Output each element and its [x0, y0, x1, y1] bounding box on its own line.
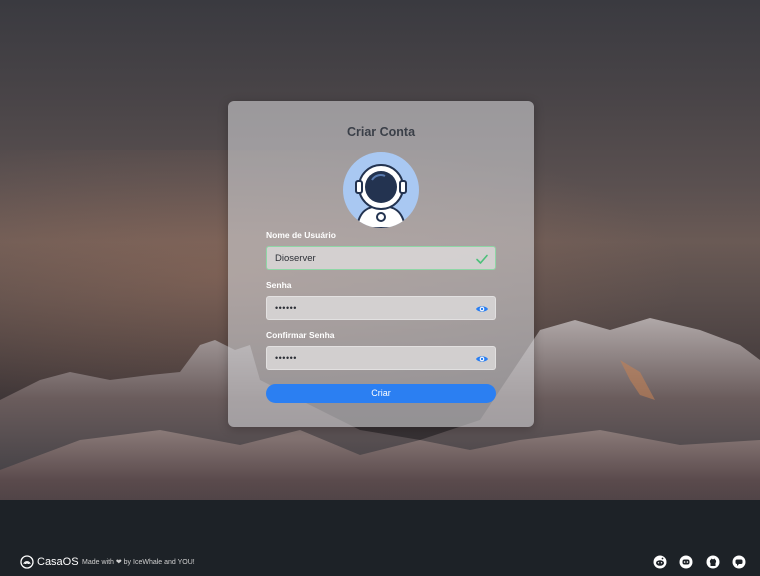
brand-name: CasaOS: [37, 556, 79, 568]
discord-icon[interactable]: [679, 555, 693, 569]
create-button[interactable]: Criar: [266, 384, 496, 403]
check-icon: [476, 254, 488, 264]
chat-icon[interactable]: [732, 555, 746, 569]
card-title: Criar Conta: [346, 125, 416, 139]
password-field[interactable]: ••••••: [266, 296, 496, 320]
eye-icon[interactable]: [475, 352, 489, 366]
astronaut-avatar-icon: [343, 152, 419, 228]
create-account-card: Criar Conta Nome de Usuário Dioserver Se…: [228, 101, 534, 427]
casaos-logo-icon: [20, 555, 34, 569]
password-label: Senha: [266, 280, 292, 290]
eye-icon[interactable]: [475, 302, 489, 316]
github-icon[interactable]: [706, 555, 720, 569]
confirm-password-field[interactable]: ••••••: [266, 346, 496, 370]
username-label: Nome de Usuário: [266, 230, 336, 240]
reddit-icon[interactable]: [653, 555, 667, 569]
confirm-password-value: ••••••: [275, 353, 297, 363]
username-field[interactable]: Dioserver: [266, 246, 496, 270]
username-value: Dioserver: [275, 253, 316, 264]
confirm-password-label: Confirmar Senha: [266, 330, 335, 340]
made-with-text: Made with ❤ by IceWhale and YOU!: [82, 559, 195, 566]
password-value: ••••••: [275, 303, 297, 313]
